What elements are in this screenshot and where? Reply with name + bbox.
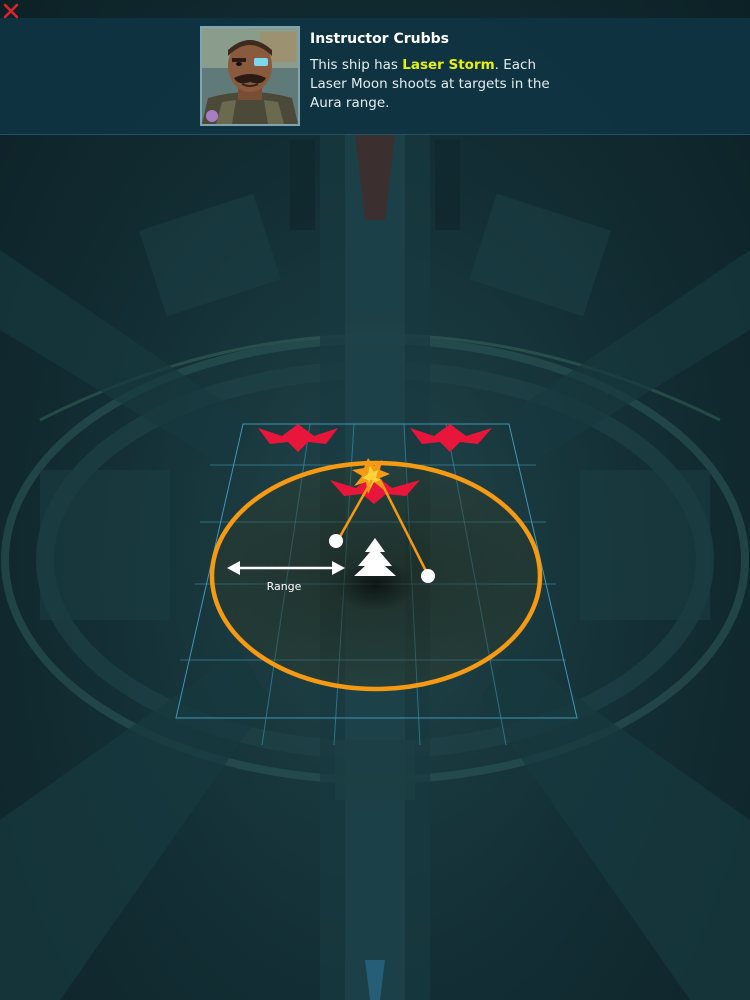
aura-range-diagram: Range	[175, 423, 578, 746]
close-button[interactable]	[2, 2, 20, 20]
instructor-crubbs-portrait	[200, 26, 300, 126]
game-scene: Range Instructor Crubbs This ship has La…	[0, 0, 750, 1000]
dialog-text-start: This ship has	[310, 57, 403, 73]
speaker-name: Instructor Crubbs	[310, 31, 449, 47]
range-label: Range	[267, 580, 302, 593]
ability-name-highlight: Laser Storm	[402, 57, 495, 73]
laser-moon-icon	[421, 569, 435, 583]
enemy-ship-icon	[410, 424, 492, 452]
enemy-ship-icon	[258, 424, 338, 452]
dialog-text: This ship has Laser Storm. Each Laser Mo…	[310, 56, 560, 113]
laser-moon-icon	[329, 534, 343, 548]
close-icon	[3, 3, 19, 19]
tutorial-dialog: Instructor Crubbs This ship has Laser St…	[0, 18, 750, 135]
